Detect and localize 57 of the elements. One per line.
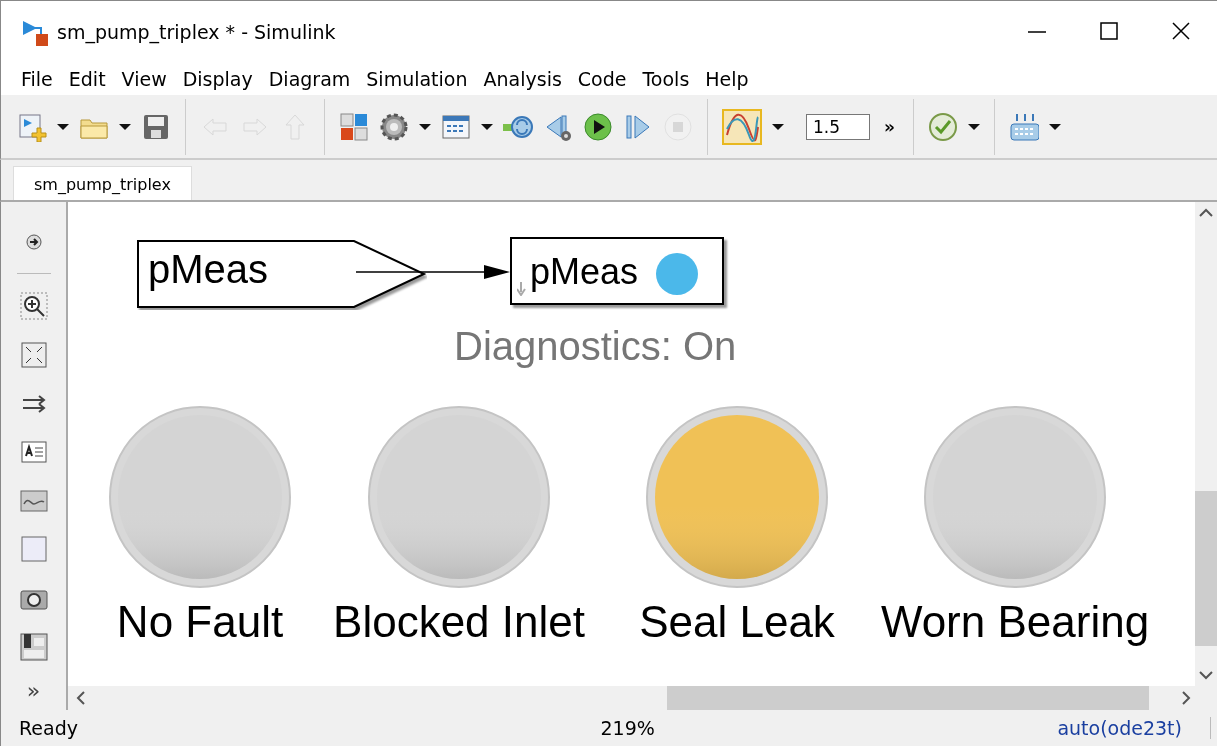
menu-item[interactable]: Code [569,67,635,90]
scroll-down-icon[interactable] [1198,670,1214,680]
goto-block[interactable] [137,240,427,310]
menu-item[interactable]: Simulation [358,67,476,90]
close-button[interactable] [1172,21,1190,40]
zoom-level: 219% [599,717,655,739]
menu-item[interactable]: Help [697,67,757,90]
maximize-button[interactable] [1100,21,1118,40]
model-tab[interactable]: sm_pump_triplex [13,166,192,200]
dropdown-caret-icon[interactable] [481,123,493,130]
dropdown-caret-icon[interactable] [772,123,784,130]
zoom-in-icon[interactable] [19,291,48,320]
solver-link[interactable]: auto(ode23t) [1057,717,1211,739]
menu-item[interactable]: Tools [634,67,698,90]
scope-icon[interactable] [722,108,762,145]
goto-tag-label: pMeas [148,247,269,292]
check-icon[interactable] [928,111,958,142]
more-tools-button[interactable]: » [26,671,41,710]
menu-item[interactable]: Display [174,67,261,90]
lamp-label: Worn Bearing [880,597,1150,647]
menu-item[interactable]: Analysis [475,67,570,90]
scroll-right-icon[interactable] [1181,690,1191,706]
from-block[interactable] [510,237,724,305]
dropdown-caret-icon[interactable] [1049,123,1061,130]
dropdown-caret-icon[interactable] [119,123,131,130]
scrollbar-thumb[interactable] [1195,491,1217,646]
arrows-icon[interactable] [20,392,47,415]
lamp-label: No Fault [116,597,284,647]
dropdown-caret-icon[interactable] [419,123,431,130]
scrollbar-thumb[interactable] [667,686,1149,710]
fit-view-icon[interactable] [20,341,47,368]
lamp-label: Blocked Inlet [333,597,585,647]
lamp-label: Seal Leak [639,597,835,647]
build-icon[interactable] [1009,111,1039,142]
menu-item[interactable]: Edit [60,67,114,90]
down-arrow-icon [517,282,527,296]
dropdown-caret-icon[interactable] [968,123,980,130]
menu-item[interactable]: Diagram [260,67,359,90]
image-icon[interactable] [19,489,48,512]
report-icon[interactable] [19,632,48,661]
navigate-icon[interactable] [23,232,44,253]
play-icon[interactable] [583,111,613,142]
new-model-icon[interactable] [17,111,47,142]
stop-time-field[interactable]: 1.5 [806,113,870,140]
more-button[interactable]: » [884,116,895,137]
settings-icon[interactable] [379,111,409,142]
library-icon[interactable] [339,111,369,142]
from-tag-label: pMeas [530,251,639,293]
window-title: sm_pump_triplex * - Simulink [57,20,337,43]
scroll-left-icon[interactable] [76,690,86,706]
status-text: Ready [19,717,78,739]
menu-item[interactable]: File [13,67,61,90]
dropdown-caret-icon[interactable] [57,123,69,130]
diagnostics-label: Diagnostics: On [454,324,737,369]
scroll-up-icon[interactable] [1198,208,1214,218]
annotation-icon[interactable] [20,441,47,463]
menu-item[interactable]: View [113,67,175,90]
